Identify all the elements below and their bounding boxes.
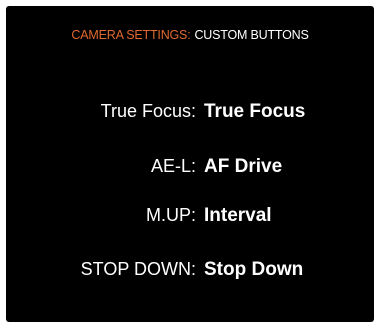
camera-settings-screen: CAMERA SETTINGS: CUSTOM BUTTONS True Focu…	[6, 6, 374, 322]
setting-value-m-up[interactable]: Interval	[204, 205, 272, 227]
header-page-title: CUSTOM BUTTONS	[194, 28, 309, 42]
setting-row-ae-l[interactable]: AE-L: AF Drive	[6, 156, 374, 180]
setting-label-ae-l: AE-L:	[150, 156, 196, 176]
setting-row-stop-down[interactable]: STOP DOWN: Stop Down	[6, 259, 374, 283]
setting-row-true-focus[interactable]: True Focus: True Focus	[6, 101, 374, 125]
setting-value-ae-l[interactable]: AF Drive	[204, 156, 282, 178]
screen-header: CAMERA SETTINGS: CUSTOM BUTTONS	[6, 28, 374, 42]
setting-label-true-focus: True Focus:	[100, 101, 196, 121]
setting-value-true-focus[interactable]: True Focus	[204, 101, 305, 123]
setting-label-m-up: M.UP:	[145, 205, 196, 225]
setting-label-stop-down: STOP DOWN:	[80, 259, 196, 279]
setting-row-m-up[interactable]: M.UP: Interval	[6, 205, 374, 229]
setting-value-stop-down[interactable]: Stop Down	[204, 259, 303, 281]
header-section-title: CAMERA SETTINGS:	[71, 28, 191, 42]
